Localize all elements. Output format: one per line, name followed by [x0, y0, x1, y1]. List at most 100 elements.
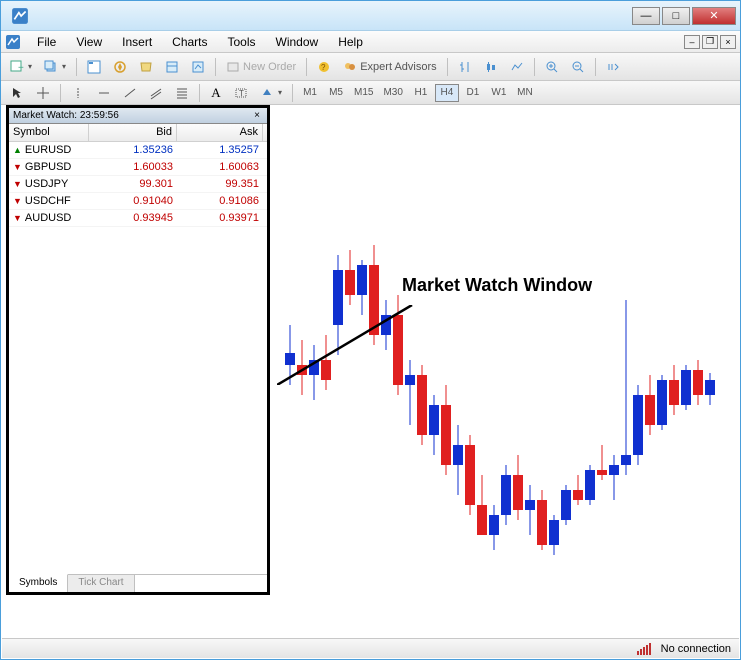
expert-advisors-label: Expert Advisors	[360, 61, 436, 73]
expert-advisors-button[interactable]: Expert Advisors	[338, 57, 441, 77]
menu-app-icon	[5, 34, 21, 50]
market-watch-row[interactable]: ▼USDCHF0.910400.91086	[9, 193, 267, 210]
toolbar-drawing: A T ▾ M1 M5 M15 M30 H1 H4 D1 W1 MN	[1, 81, 740, 105]
tab-tick-chart[interactable]: Tick Chart	[68, 575, 134, 592]
menubar: File View Insert Charts Tools Window Hel…	[1, 31, 740, 53]
tf-m5-button[interactable]: M5	[324, 84, 348, 102]
menu-charts[interactable]: Charts	[162, 33, 217, 51]
tf-m30-button[interactable]: M30	[379, 84, 406, 102]
strategy-tester-button[interactable]	[186, 57, 210, 77]
maximize-button[interactable]: □	[662, 7, 690, 25]
tf-mn-button[interactable]: MN	[513, 84, 537, 102]
market-watch-button[interactable]	[82, 57, 106, 77]
new-chart-button[interactable]: +▾	[5, 57, 37, 77]
chart-area[interactable]	[277, 105, 739, 637]
fibo-button[interactable]	[170, 83, 194, 103]
tf-d1-button[interactable]: D1	[461, 84, 485, 102]
menu-window[interactable]: Window	[266, 33, 329, 51]
metaquotes-button[interactable]: ?	[312, 57, 336, 77]
text-button[interactable]: A	[205, 83, 227, 103]
menu-view[interactable]: View	[66, 33, 112, 51]
profiles-button[interactable]: ▾	[39, 57, 71, 77]
market-watch-row[interactable]: ▼USDJPY99.30199.351	[9, 176, 267, 193]
market-watch-close-button[interactable]: ×	[251, 110, 263, 122]
symbol-cell: ▼USDCHF	[9, 195, 89, 207]
symbol-cell: ▼GBPUSD	[9, 161, 89, 173]
menu-tools[interactable]: Tools	[218, 33, 266, 51]
symbol-cell: ▼AUDUSD	[9, 212, 89, 224]
tf-h4-button[interactable]: H4	[435, 84, 459, 102]
svg-text:?: ?	[321, 63, 326, 72]
svg-text:T: T	[239, 89, 244, 98]
market-watch-titlebar[interactable]: Market Watch: 23:59:56 ×	[9, 108, 267, 124]
bid-cell: 0.91040	[89, 195, 177, 207]
cursor-button[interactable]	[5, 83, 29, 103]
bid-cell: 99.301	[89, 178, 177, 190]
equidistant-button[interactable]	[144, 83, 168, 103]
app-window: — □ ✕ File View Insert Charts Tools Wind…	[0, 0, 741, 660]
market-watch-panel: Market Watch: 23:59:56 × Symbol Bid Ask …	[6, 105, 270, 595]
zoom-in-button[interactable]	[540, 57, 564, 77]
tf-h1-button[interactable]: H1	[409, 84, 433, 102]
market-watch-header: Symbol Bid Ask	[9, 124, 267, 142]
col-symbol[interactable]: Symbol	[9, 124, 89, 141]
candlestick-chart[interactable]	[277, 105, 737, 625]
arrows-button[interactable]: ▾	[255, 83, 287, 103]
market-watch-row[interactable]: ▲EURUSD1.352361.35257	[9, 142, 267, 159]
menu-file[interactable]: File	[27, 33, 66, 51]
vertical-line-button[interactable]	[66, 83, 90, 103]
ask-cell: 1.60063	[177, 161, 263, 173]
navigator-button[interactable]	[108, 57, 132, 77]
bid-cell: 1.60033	[89, 161, 177, 173]
market-watch-row[interactable]: ▼GBPUSD1.600331.60063	[9, 159, 267, 176]
horizontal-line-button[interactable]	[92, 83, 116, 103]
workspace: Market Watch: 23:59:56 × Symbol Bid Ask …	[2, 105, 739, 637]
app-icon	[11, 7, 29, 25]
tf-m1-button[interactable]: M1	[298, 84, 322, 102]
market-watch-rows: ▲EURUSD1.352361.35257▼GBPUSD1.600331.600…	[9, 142, 267, 227]
new-order-label: New Order	[243, 61, 296, 73]
bid-cell: 0.93945	[89, 212, 177, 224]
bar-chart-button[interactable]	[453, 57, 477, 77]
arrow-down-icon: ▼	[13, 196, 22, 206]
close-button[interactable]: ✕	[692, 7, 736, 25]
candle-chart-button[interactable]	[479, 57, 503, 77]
ask-cell: 99.351	[177, 178, 263, 190]
tf-m15-button[interactable]: M15	[350, 84, 377, 102]
statusbar: No connection	[2, 638, 739, 658]
terminal-button[interactable]	[134, 57, 158, 77]
arrow-down-icon: ▼	[13, 162, 22, 172]
titlebar[interactable]: — □ ✕	[1, 1, 740, 31]
market-watch-tabs: Symbols Tick Chart	[9, 574, 267, 592]
mdi-minimize-button[interactable]: –	[684, 35, 700, 49]
symbol-cell: ▲EURUSD	[9, 144, 89, 156]
data-window-button[interactable]	[160, 57, 184, 77]
col-bid[interactable]: Bid	[89, 124, 177, 141]
mdi-close-button[interactable]: ×	[720, 35, 736, 49]
zoom-out-button[interactable]	[566, 57, 590, 77]
arrow-down-icon: ▼	[13, 179, 22, 189]
annotation-label: Market Watch Window	[402, 275, 592, 296]
text-label-button[interactable]: T	[229, 83, 253, 103]
tab-symbols[interactable]: Symbols	[9, 574, 68, 592]
symbol-cell: ▼USDJPY	[9, 178, 89, 190]
toolbar-main: +▾ ▾ New Order ? Expert Advisors	[1, 53, 740, 81]
menu-insert[interactable]: Insert	[112, 33, 162, 51]
auto-scroll-button[interactable]	[601, 57, 625, 77]
new-order-button[interactable]: New Order	[221, 57, 301, 77]
connection-icon	[637, 643, 655, 655]
tf-w1-button[interactable]: W1	[487, 84, 511, 102]
crosshair-button[interactable]	[31, 83, 55, 103]
trendline-button[interactable]	[118, 83, 142, 103]
arrow-up-icon: ▲	[13, 145, 22, 155]
ask-cell: 0.93971	[177, 212, 263, 224]
market-watch-title: Market Watch: 23:59:56	[13, 110, 119, 121]
minimize-button[interactable]: —	[632, 7, 660, 25]
market-watch-row[interactable]: ▼AUDUSD0.939450.93971	[9, 210, 267, 227]
svg-text:+: +	[18, 63, 24, 74]
mdi-restore-button[interactable]: ❐	[702, 35, 718, 49]
menu-help[interactable]: Help	[328, 33, 373, 51]
line-chart-button[interactable]	[505, 57, 529, 77]
col-ask[interactable]: Ask	[177, 124, 263, 141]
connection-status: No connection	[661, 643, 731, 655]
